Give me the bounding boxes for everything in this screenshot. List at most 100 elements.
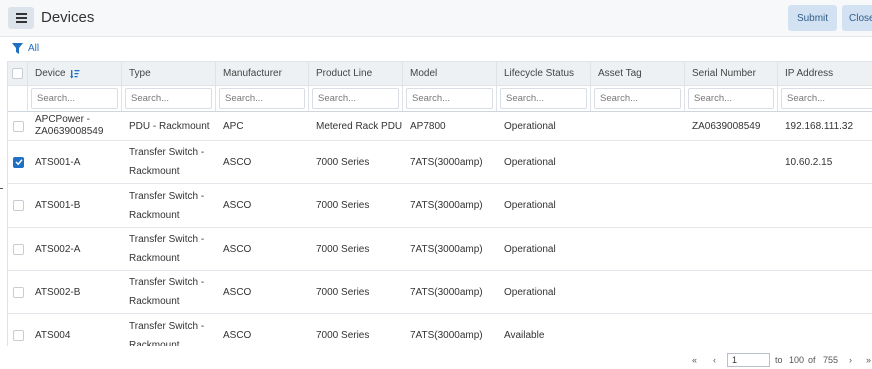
model-cell: 7ATS(3000amp) (410, 156, 483, 168)
row-checkbox[interactable] (13, 330, 24, 341)
column-header-model[interactable]: Model (403, 62, 497, 85)
table-row[interactable]: ATS004 Transfer Switch - Rackmount ASCO … (8, 314, 872, 346)
model-search-input[interactable] (406, 88, 493, 109)
table-row[interactable]: ATS002-B Transfer Switch - Rackmount ASC… (8, 271, 872, 314)
next-page-button[interactable]: › (849, 353, 852, 367)
device-cell[interactable]: ATS002-A (28, 228, 122, 270)
serial-number-cell (685, 184, 778, 227)
hamburger-icon (15, 13, 27, 23)
asset-tag-cell (591, 228, 685, 270)
column-label: Device (35, 68, 66, 79)
device-cell[interactable]: ATS001-A (28, 141, 122, 183)
product-line-cell: 7000 Series (316, 243, 370, 255)
total-count: 755 (823, 355, 839, 365)
select-all-cell (8, 62, 28, 85)
ip-address-cell (778, 228, 872, 270)
manufacturer-search-input[interactable] (219, 88, 305, 109)
manufacturer-cell: ASCO (223, 243, 252, 255)
ip-address-cell (778, 314, 872, 346)
close-button[interactable]: Close (842, 5, 872, 31)
edge-marker (0, 188, 3, 189)
column-header-serial-number[interactable]: Serial Number (685, 62, 778, 85)
last-page-button[interactable]: » (866, 353, 871, 367)
lifecycle-cell: Operational (504, 243, 556, 255)
page-title: Devices (41, 9, 95, 26)
ip-address-cell (778, 271, 872, 313)
column-header-manufacturer[interactable]: Manufacturer (216, 62, 309, 85)
menu-toggle-button[interactable] (8, 7, 34, 29)
serial-number-cell (685, 271, 778, 313)
select-all-checkbox[interactable] (12, 68, 23, 79)
row-checkbox[interactable] (13, 156, 24, 168)
manufacturer-cell: ASCO (223, 330, 252, 341)
column-header-product-line[interactable]: Product Line (309, 62, 403, 85)
lifecycle-cell: Operational (504, 156, 556, 168)
model-cell: 7ATS(3000amp) (410, 286, 483, 298)
pagination: « ‹ to 100 of 755 › » (0, 353, 872, 367)
row-checkbox[interactable] (13, 243, 24, 255)
type-cell: Transfer Switch - Rackmount (129, 147, 205, 177)
manufacturer-cell: ASCO (223, 200, 252, 211)
model-cell: 7ATS(3000amp) (410, 200, 483, 211)
type-cell: PDU - Rackmount (129, 120, 210, 132)
type-cell: Transfer Switch - Rackmount (129, 190, 205, 221)
ip-address-search-input[interactable] (781, 88, 872, 109)
ip-address-cell: 192.168.111.32 (785, 120, 854, 132)
page-number-input[interactable] (727, 353, 770, 367)
asset-tag-cell (591, 314, 685, 346)
product-line-cell: Metered Rack PDU (316, 120, 403, 132)
device-cell[interactable]: ATS002-B (28, 271, 122, 313)
asset-tag-cell (591, 112, 685, 140)
manufacturer-cell: ASCO (223, 286, 252, 298)
filter-icon (12, 42, 23, 54)
table-row[interactable]: APCPower - ZA0639008549 PDU - Rackmount … (8, 112, 872, 141)
asset-tag-cell (591, 271, 685, 313)
serial-number-cell (685, 228, 778, 270)
table-row[interactable]: ATS002-A Transfer Switch - Rackmount ASC… (8, 228, 872, 271)
lifecycle-cell: Operational (504, 286, 556, 298)
column-header-ip-address[interactable]: IP Address (778, 62, 872, 85)
manufacturer-cell: APC (223, 120, 244, 132)
lifecycle-search-input[interactable] (500, 88, 587, 109)
type-cell: Transfer Switch - Rackmount (129, 234, 205, 264)
type-cell: Transfer Switch - Rackmount (129, 320, 205, 347)
product-line-cell: 7000 Series (316, 286, 370, 298)
model-cell: 7ATS(3000amp) (410, 243, 483, 255)
table-row[interactable]: ATS001-A Transfer Switch - Rackmount ASC… (8, 141, 872, 184)
asset-tag-search-input[interactable] (594, 88, 681, 109)
product-line-search-input[interactable] (312, 88, 399, 109)
model-cell: AP7800 (410, 120, 446, 132)
filter-selector[interactable]: All (12, 42, 39, 54)
product-line-cell: 7000 Series (316, 156, 370, 168)
column-header-type[interactable]: Type (122, 62, 216, 85)
asset-tag-cell (591, 141, 685, 183)
device-cell[interactable]: APCPower - ZA0639008549 (28, 112, 122, 140)
checkmark-icon (14, 159, 23, 166)
type-search-input[interactable] (125, 88, 212, 109)
devices-table: Device Type Manufacturer Product Line Mo… (7, 61, 872, 346)
device-cell[interactable]: ATS004 (28, 314, 122, 346)
submit-button[interactable]: Submit (788, 5, 837, 31)
serial-number-search-input[interactable] (688, 88, 774, 109)
column-header-lifecycle-status[interactable]: Lifecycle Status (497, 62, 591, 85)
search-spacer (8, 86, 28, 111)
lifecycle-cell: Operational (504, 120, 556, 132)
column-header-device[interactable]: Device (28, 62, 122, 85)
table-row[interactable]: ATS001-B Transfer Switch - Rackmount ASC… (8, 184, 872, 228)
serial-number-cell (685, 314, 778, 346)
device-search-input[interactable] (31, 88, 118, 109)
serial-number-cell (685, 141, 778, 183)
row-checkbox[interactable] (13, 120, 24, 132)
row-checkbox[interactable] (13, 200, 24, 211)
column-header-asset-tag[interactable]: Asset Tag (591, 62, 685, 85)
first-page-button[interactable]: « (692, 353, 697, 367)
prev-page-button[interactable]: ‹ (713, 353, 716, 367)
lifecycle-cell: Operational (504, 200, 556, 211)
sort-descending-icon[interactable] (69, 69, 80, 79)
row-checkbox[interactable] (13, 286, 24, 298)
table-header: Device Type Manufacturer Product Line Mo… (8, 61, 872, 86)
serial-number-cell: ZA0639008549 (692, 120, 761, 132)
toolbar: Devices Submit Close (0, 0, 872, 37)
search-row (8, 86, 872, 112)
device-cell[interactable]: ATS001-B (28, 184, 122, 227)
